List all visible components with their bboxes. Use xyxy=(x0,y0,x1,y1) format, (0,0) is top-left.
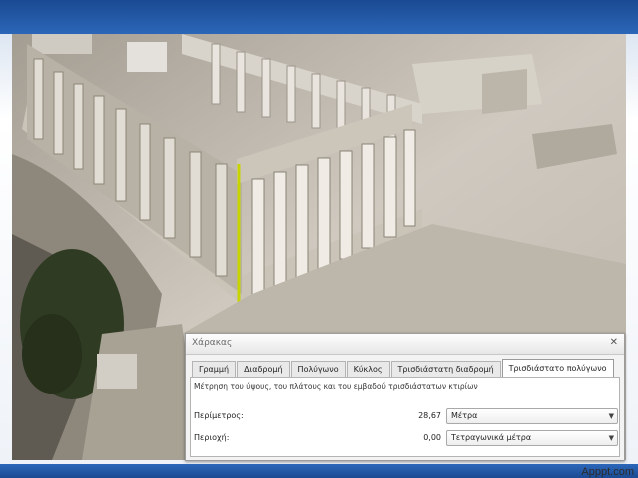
ruler-title-bar[interactable]: Χάρακας ✕ xyxy=(186,334,624,355)
perimeter-unit: Μέτρα xyxy=(451,411,478,420)
tab-polygon[interactable]: Πολύγωνο xyxy=(290,361,346,377)
tab-line[interactable]: Γραμμή xyxy=(192,361,237,377)
area-value: 0,00 xyxy=(423,433,441,442)
ruler-tabs: Γραμμή Διαδρομή Πολύγωνο Κύκλος Τρισδιάσ… xyxy=(192,359,615,377)
slide-top-bar xyxy=(0,0,638,34)
chevron-down-icon: ▼ xyxy=(608,434,614,442)
chevron-down-icon: ▼ xyxy=(608,412,614,420)
tab-path[interactable]: Διαδρομή xyxy=(237,361,290,377)
perimeter-label: Περίμετρος: xyxy=(194,411,244,420)
slide-background: Χάρακας ✕ Γραμμή Διαδρομή Πολύγωνο Κύκλο… xyxy=(0,0,638,478)
tab-3d-path[interactable]: Τρισδιάστατη διαδρομή xyxy=(390,361,501,377)
perimeter-unit-select[interactable]: Μέτρα ▼ xyxy=(446,408,618,424)
watermark: Apppt.com xyxy=(581,466,634,478)
tab-3d-polygon[interactable]: Τρισδιάστατο πολύγωνο xyxy=(501,359,614,377)
perimeter-value: 28,67 xyxy=(418,411,441,420)
tab-panel-3d-polygon: Μέτρηση του ύψους, του πλάτους και του ε… xyxy=(190,377,620,457)
area-label: Περιοχή: xyxy=(194,433,230,442)
close-icon[interactable]: ✕ xyxy=(610,338,618,348)
tab-circle[interactable]: Κύκλος xyxy=(346,361,390,377)
area-unit-select[interactable]: Τετραγωνικά μέτρα ▼ xyxy=(446,430,618,446)
ruler-title: Χάρακας xyxy=(192,338,233,348)
ruler-window[interactable]: Χάρακας ✕ Γραμμή Διαδρομή Πολύγωνο Κύκλο… xyxy=(185,333,625,461)
area-unit: Τετραγωνικά μέτρα xyxy=(451,433,532,442)
measurement-description: Μέτρηση του ύψους, του πλάτους και του ε… xyxy=(194,382,478,391)
slide-bottom-bar xyxy=(0,464,638,478)
